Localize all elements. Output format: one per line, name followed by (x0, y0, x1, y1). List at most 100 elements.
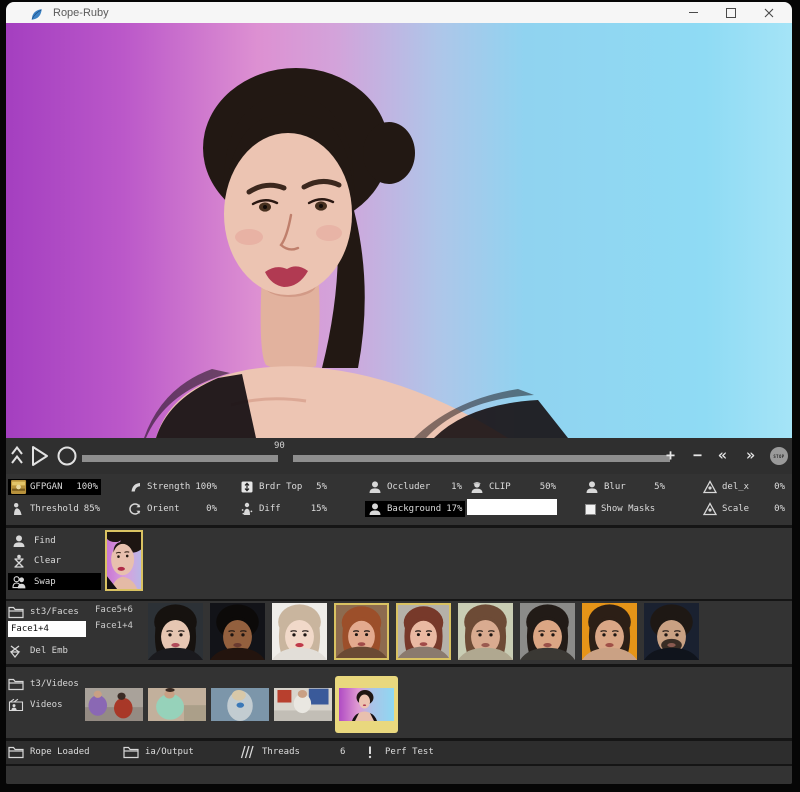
param-occluder[interactable]: Occluder 1% (365, 479, 465, 495)
param-orient[interactable]: Orient 0% (125, 501, 220, 517)
param-brdr-top[interactable]: Brdr Top 5% (237, 479, 330, 495)
border-updown-icon (240, 480, 254, 494)
target-face-section: Find Clear Swap (6, 528, 792, 599)
show-masks-toggle[interactable]: Show Masks (582, 501, 674, 517)
rope-loaded-button[interactable]: Rope Loaded (8, 745, 90, 759)
threads-control[interactable]: Threads 6 (240, 745, 345, 759)
folder-icon (8, 605, 22, 619)
embedding-marker-0[interactable]: Face5+6 (95, 605, 133, 615)
bottom-empty-row (6, 766, 792, 784)
stop-label: STOP (773, 454, 784, 459)
found-face-image (107, 532, 141, 589)
app-window: Rope-Ruby (6, 2, 792, 784)
threads-value[interactable]: 6 (340, 747, 345, 757)
clip-text-input[interactable] (467, 499, 557, 515)
param-scale[interactable]: Scale 0% (700, 501, 788, 517)
orient-rotate-icon (128, 502, 142, 516)
output-folder-button[interactable]: ia/Output (123, 745, 194, 759)
param-strength[interactable]: Strength 100% (125, 479, 220, 495)
source-face-thumbnail-6[interactable] (520, 603, 575, 660)
source-face-thumbnail-7[interactable] (582, 603, 637, 660)
source-faces-section: st3/Faces Del Emb Face5+6 Face1+4 (6, 601, 792, 664)
param-diff[interactable]: Diff 15% (237, 501, 330, 517)
background-person-icon (368, 502, 382, 516)
param-threshold[interactable]: Threshold 85% (8, 501, 101, 517)
videos-mode-button[interactable]: Videos (8, 698, 63, 712)
zoom-in-button[interactable]: + (666, 445, 675, 465)
play-button[interactable] (30, 444, 50, 468)
clear-button[interactable]: Clear (8, 552, 65, 569)
param-blur[interactable]: Blur 5% (582, 479, 668, 495)
faces-folder-button[interactable]: st3/Faces (8, 605, 79, 619)
title-bar: Rope-Ruby (6, 2, 792, 23)
del-emb-icon (8, 644, 22, 658)
embedding-marker-1[interactable]: Face1+4 (95, 621, 133, 631)
video-thumbnail-selected-pad[interactable] (335, 676, 398, 733)
video-thumbnail-2[interactable] (211, 688, 269, 721)
clear-hourglass-icon (12, 554, 26, 568)
source-face-thumbnail-5[interactable] (458, 603, 513, 660)
marker-up-icon[interactable] (10, 444, 24, 468)
timeline-handle[interactable] (278, 455, 293, 462)
source-face-thumbnail-4[interactable] (396, 603, 451, 660)
occluder-person-icon (368, 480, 382, 494)
gfpgan-icon (11, 480, 25, 494)
folder-icon (8, 677, 22, 691)
frame-number: 90 (274, 441, 285, 451)
app-feather-icon (30, 6, 43, 19)
minimize-icon (689, 12, 698, 13)
find-person-icon (12, 534, 26, 548)
folder-icon (123, 745, 137, 759)
find-button[interactable]: Find (8, 532, 60, 549)
swap-button[interactable]: Swap (8, 573, 101, 590)
source-face-thumbnail-1[interactable] (210, 603, 265, 660)
video-preview (6, 23, 792, 438)
folder-icon (8, 745, 22, 759)
faces-strip (148, 603, 699, 660)
source-face-thumbnail-3[interactable] (334, 603, 389, 660)
embedding-name-input[interactable] (8, 621, 86, 637)
record-button[interactable] (56, 445, 78, 467)
param-clip[interactable]: CLIP 50% (467, 479, 559, 495)
blur-person-icon (585, 480, 599, 494)
media-type-icon (8, 698, 22, 712)
scale-triangle-icon (703, 502, 717, 516)
videos-section: t3/Videos Videos (6, 667, 792, 738)
parameters-panel: GFPGAN 100% Strength 100% Brdr Top 5% Oc… (6, 474, 792, 525)
video-thumbnail-4[interactable] (339, 688, 394, 721)
prev-frame-button[interactable]: « (718, 445, 727, 465)
videos-folder-button[interactable]: t3/Videos (8, 677, 79, 691)
stop-button[interactable]: STOP (770, 447, 788, 465)
video-thumbnail-3[interactable] (274, 688, 332, 721)
swap-people-icon (12, 575, 26, 589)
minimize-button[interactable] (674, 2, 712, 23)
source-face-thumbnail-0[interactable] (148, 603, 203, 660)
found-face-thumbnail[interactable] (105, 530, 143, 591)
preview-frame-image (6, 23, 792, 438)
param-background[interactable]: Background 17% (365, 501, 465, 517)
del-x-triangle-icon (703, 480, 717, 494)
clip-person-icon (470, 480, 484, 494)
strength-swoosh-icon (128, 480, 142, 494)
source-face-thumbnail-8[interactable] (644, 603, 699, 660)
perf-test-button[interactable]: Perf Test (363, 745, 434, 759)
next-frame-button[interactable]: » (746, 445, 755, 465)
window-title: Rope-Ruby (53, 7, 109, 19)
video-thumbnail-0[interactable] (85, 688, 143, 721)
source-face-thumbnail-2[interactable] (272, 603, 327, 660)
del-emb-button[interactable]: Del Emb (8, 644, 68, 658)
exclamation-icon (363, 745, 377, 759)
close-button[interactable] (750, 2, 788, 23)
zoom-out-button[interactable]: − (693, 445, 702, 465)
diff-person-icon (240, 502, 254, 516)
show-masks-checkbox[interactable] (585, 504, 596, 515)
close-icon (764, 8, 774, 18)
param-del-x[interactable]: del_x 0% (700, 479, 788, 495)
video-thumbnail-1[interactable] (148, 688, 206, 721)
maximize-button[interactable] (712, 2, 750, 23)
playback-bar: 90 + − « » STOP (6, 438, 792, 474)
maximize-icon (726, 8, 736, 18)
param-gfpgan[interactable]: GFPGAN 100% (8, 479, 101, 495)
timeline-slider[interactable] (82, 455, 670, 462)
threads-icon (240, 745, 254, 759)
